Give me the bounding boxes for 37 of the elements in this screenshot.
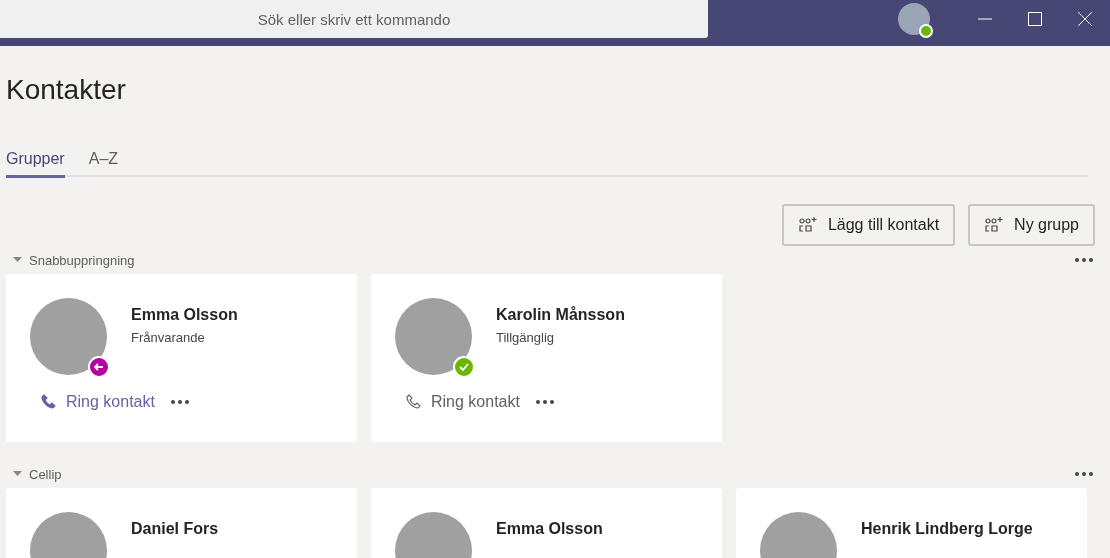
contact-card[interactable]: Daniel Fors <box>6 488 357 558</box>
check-icon <box>458 361 470 373</box>
contact-card[interactable]: Emma Olsson <box>371 488 722 558</box>
page-title: Kontakter <box>6 74 127 107</box>
contact-name: Karolin Månsson <box>496 306 625 324</box>
contact-status: Frånvarande <box>131 330 206 345</box>
group-name: Snabbuppringning <box>29 252 136 268</box>
user-avatar[interactable] <box>898 3 930 35</box>
group-name: Cellip <box>29 466 63 482</box>
more-options-button[interactable] <box>1073 470 1095 478</box>
call-link[interactable]: Ring kontakt <box>40 393 155 411</box>
contact-name: Emma Olsson <box>131 306 238 324</box>
contact-card[interactable]: Karolin Månsson Tillgänglig Ring kontakt <box>371 274 722 442</box>
maximize-icon <box>1027 11 1043 27</box>
contact-status: Tillgänglig <box>496 330 556 345</box>
add-people-icon <box>797 216 818 234</box>
contact-card[interactable]: Emma Olsson Frånvarande Ring kontakt <box>6 274 357 442</box>
arrow-left-icon <box>93 361 105 373</box>
caret-icon[interactable] <box>13 471 22 477</box>
contact-name: Emma Olsson <box>496 520 603 538</box>
phone-icon <box>40 394 56 410</box>
contact-card[interactable]: Henrik Lindberg Lorge <box>736 488 1087 558</box>
close-icon <box>1077 11 1093 27</box>
call-link[interactable]: Ring kontakt <box>405 393 520 411</box>
phone-icon <box>405 394 421 410</box>
action-button[interactable]: Ny grupp <box>968 204 1095 246</box>
contact-name: Henrik Lindberg Lorge <box>861 520 1033 538</box>
more-options-button[interactable] <box>1073 256 1095 264</box>
minimize-icon <box>977 18 993 20</box>
tab[interactable]: Grupper <box>6 150 65 178</box>
presence-dot <box>919 24 933 38</box>
tab[interactable]: A–Z <box>88 150 119 178</box>
action-button[interactable]: Lägg till kontakt <box>781 204 956 246</box>
add-people-icon <box>984 216 1005 234</box>
search-field[interactable]: Sök eller skriv ett kommando <box>0 0 708 38</box>
contact-name: Daniel Fors <box>131 520 219 538</box>
caret-icon[interactable] <box>13 257 22 263</box>
